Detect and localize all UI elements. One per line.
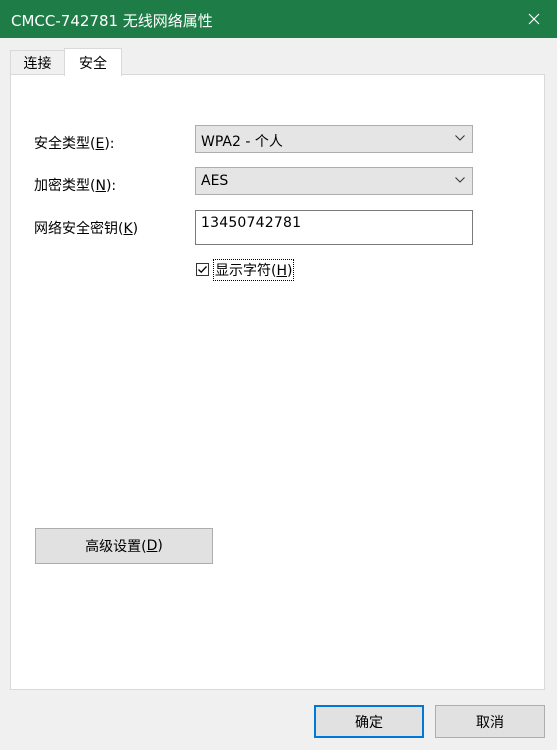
ok-button[interactable]: 确定	[314, 705, 424, 738]
security-type-select[interactable]: WPA2 - 个人	[195, 125, 473, 153]
checkmark-icon	[198, 266, 207, 274]
network-key-value: 13450742781	[201, 215, 302, 231]
ok-button-label: 确定	[355, 714, 383, 731]
security-type-value: WPA2 - 个人	[201, 134, 283, 150]
title-bar: CMCC-742781 无线网络属性	[0, 0, 557, 38]
cancel-button[interactable]: 取消	[435, 705, 545, 738]
close-icon	[528, 13, 540, 25]
network-key-label: 网络安全密钥(K)	[34, 221, 139, 237]
cancel-button-label: 取消	[476, 714, 504, 731]
close-button[interactable]	[511, 0, 557, 38]
chevron-down-icon	[455, 135, 465, 141]
chevron-down-icon	[455, 177, 465, 183]
tab-security-label: 安全	[79, 55, 107, 72]
encryption-type-value: AES	[201, 173, 229, 189]
advanced-settings-button[interactable]: 高级设置(D)	[35, 528, 213, 564]
tab-connection[interactable]: 连接	[10, 50, 65, 75]
show-characters-label[interactable]: 显示字符(H)	[212, 259, 295, 281]
show-characters-checkbox[interactable]	[196, 263, 209, 276]
tab-connection-label: 连接	[23, 56, 52, 72]
encryption-type-label: 加密类型(N):	[34, 178, 117, 194]
tab-security[interactable]: 安全	[64, 48, 122, 76]
encryption-type-select[interactable]: AES	[195, 167, 473, 195]
window-title: CMCC-742781 无线网络属性	[11, 12, 213, 30]
security-type-label: 安全类型(E):	[34, 136, 115, 152]
network-key-input[interactable]: 13450742781	[195, 210, 473, 245]
